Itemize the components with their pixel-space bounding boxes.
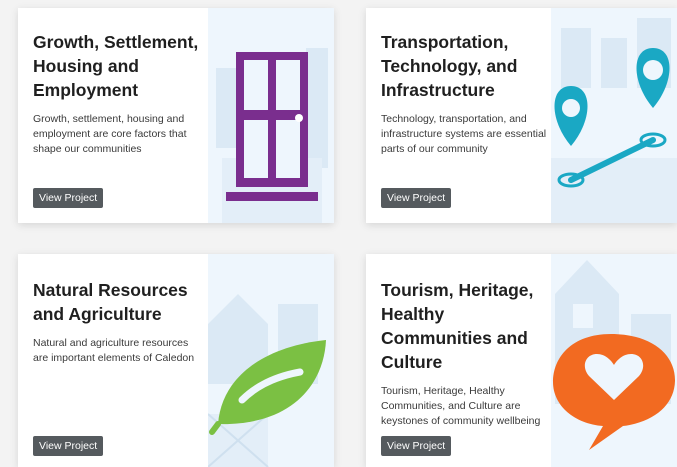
view-project-button[interactable]: View Project — [33, 436, 104, 456]
view-project-button[interactable]: View Project — [33, 188, 104, 208]
card-body: Growth, Settlement, Housing and Employme… — [33, 30, 203, 157]
door-icon — [208, 8, 334, 223]
view-project-button[interactable]: View Project — [381, 436, 452, 456]
card-illustration — [551, 254, 677, 467]
project-card-transportation[interactable]: Transportation, Technology, and Infrastr… — [366, 8, 677, 223]
card-title: Natural Resources and Agriculture — [33, 280, 188, 324]
view-project-button[interactable]: View Project — [381, 188, 452, 208]
heart-speech-bubble-icon — [551, 254, 677, 467]
card-illustration — [208, 254, 334, 467]
project-card-growth[interactable]: Growth, Settlement, Housing and Employme… — [18, 8, 334, 223]
card-body: Natural Resources and Agriculture Natura… — [33, 278, 203, 366]
project-card-natural-resources[interactable]: Natural Resources and Agriculture Natura… — [18, 254, 334, 467]
card-description: Tourism, Heritage, Healthy Communities, … — [381, 385, 541, 427]
card-description: Natural and agriculture resources are im… — [33, 337, 195, 364]
card-title: Growth, Settlement, Housing and Employme… — [33, 32, 199, 100]
card-illustration — [551, 8, 677, 223]
card-body: Transportation, Technology, and Infrastr… — [381, 30, 551, 157]
card-body: Tourism, Heritage, Healthy Communities a… — [381, 278, 551, 429]
card-title: Tourism, Heritage, Healthy Communities a… — [381, 280, 534, 372]
leaf-icon — [208, 254, 334, 467]
project-card-tourism[interactable]: Tourism, Heritage, Healthy Communities a… — [366, 254, 677, 467]
card-description: Technology, transportation, and infrastr… — [381, 113, 547, 155]
map-route-pins-icon — [551, 8, 677, 223]
card-illustration — [208, 8, 334, 223]
card-description: Growth, settlement, housing and employme… — [33, 113, 187, 155]
card-title: Transportation, Technology, and Infrastr… — [381, 32, 518, 100]
